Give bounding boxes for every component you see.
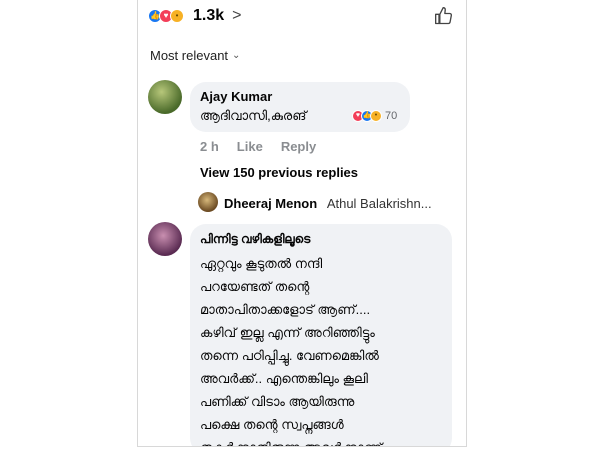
wow-reaction-icon: • [170, 9, 184, 23]
reply-author[interactable]: Dheeraj Menon [224, 196, 317, 211]
comment-actions: 2 h Like Reply [200, 139, 316, 154]
comment-line: മാതാപിതാക്കളോട് ആണ്.... [200, 302, 371, 317]
avatar[interactable] [198, 192, 218, 212]
comment-line: കഴിവ് ഇല്ല എന്ന് അറിഞ്ഞിട്ടും [200, 325, 375, 340]
reply-mention: Athul Balakrishn... [326, 196, 432, 211]
view-previous-replies[interactable]: View 150 previous replies [200, 165, 358, 180]
comment-line: അവർക്ക്.. എന്തെങ്കിലും കൂലി [200, 371, 368, 386]
reply-preview[interactable]: Dheeraj Menon Athul Balakrishn... [224, 196, 432, 211]
comment-line: പണിക്ക് വിടാം ആയിരുന്നു [200, 394, 355, 409]
comment-author[interactable]: Ajay Kumar [200, 89, 272, 104]
comment-line: തകർക്കാതിരുന്ന അവർക്കാണ് [200, 436, 382, 446]
wow-reaction-icon: • [370, 110, 382, 122]
comments-panel: 👍 ♥ • 1.3k > Most relevant ⌄ Ajay Kumar … [137, 0, 467, 447]
comment-reactions[interactable]: ♥ 👍 • 70 [352, 110, 397, 122]
comment-text: ഏറ്റവും കൂടുതൽ നന്ദി പറയേണ്ടത് തന്റെ മാത… [200, 252, 382, 446]
comment-line: പറയേണ്ടത് തന്റെ [200, 279, 310, 294]
reactions-summary[interactable]: 👍 ♥ • 1.3k > [148, 4, 241, 28]
thumbs-up-icon[interactable] [434, 6, 454, 26]
reply-button[interactable]: Reply [281, 139, 316, 154]
chevron-down-icon: ⌄ [232, 50, 241, 61]
chevron-right-icon[interactable]: > [232, 7, 241, 25]
sort-dropdown[interactable]: Most relevant ⌄ [150, 48, 240, 63]
comment-line: പക്ഷെ തന്റെ സ്വപ്നങ്ങൾ [200, 417, 344, 432]
comment-line: ഏറ്റവും കൂടുതൽ നന്ദി [200, 256, 323, 271]
reaction-count: 1.3k [193, 7, 225, 24]
comment-line: തന്നെ പഠിപ്പിച്ചു. വേണമെങ്കിൽ [200, 348, 379, 363]
comment-reaction-count: 70 [385, 110, 398, 122]
avatar[interactable] [148, 80, 182, 114]
like-button[interactable]: Like [237, 139, 263, 154]
sort-label: Most relevant [150, 48, 229, 63]
comment-author[interactable]: പിന്നിട്ട വഴികളിലൂടെ [200, 232, 310, 247]
avatar[interactable] [148, 222, 182, 256]
comment-text: ആദിവാസി,കുരങ് [200, 108, 307, 123]
comment-time: 2 h [200, 139, 219, 154]
reaction-icons: 👍 ♥ • [148, 9, 184, 23]
